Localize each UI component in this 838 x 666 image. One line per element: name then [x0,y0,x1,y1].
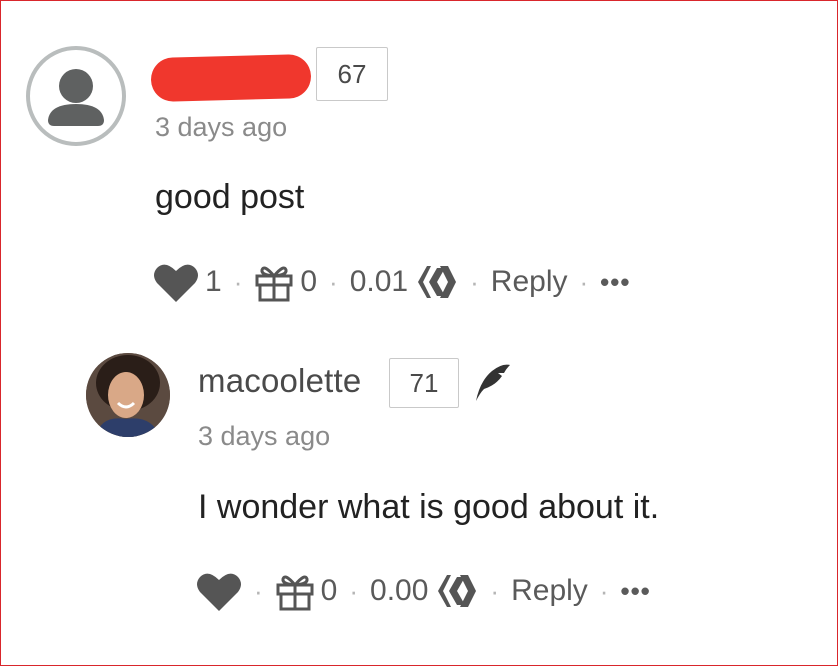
separator: · [599,575,609,606]
comment-body: I wonder what is good about it. [198,488,660,526]
reply-button[interactable]: Reply [491,265,568,299]
gift-icon[interactable] [254,262,294,302]
gift-icon[interactable] [275,571,315,611]
payout-value[interactable]: 0.00 [370,574,428,608]
quill-feather-icon [472,361,512,403]
reply-button[interactable]: Reply [511,574,588,608]
username[interactable]: macoolette [198,362,361,400]
redacted-username [150,53,312,103]
reputation-badge: 67 [316,47,388,101]
separator: · [329,266,338,297]
gift-count[interactable]: 0 [300,265,317,299]
vote-count[interactable]: 1 [205,265,222,299]
timestamp[interactable]: 3 days ago [198,421,330,452]
comment-body: good post [155,178,305,216]
upvote-heart-icon[interactable] [153,261,199,303]
separator: · [470,266,479,297]
more-options-button[interactable]: ••• [620,576,650,607]
separator: · [579,266,589,297]
comment-actions: 1 · 0 · 0.01 · Reply · ••• [153,261,630,303]
user-avatar[interactable] [86,353,170,437]
timestamp[interactable]: 3 days ago [155,112,287,143]
more-options-button[interactable]: ••• [600,267,630,298]
hive-logo-icon [436,573,478,609]
separator: · [254,575,263,606]
separator: · [490,575,500,606]
payout-value[interactable]: 0.01 [350,265,408,299]
upvote-heart-icon[interactable] [196,570,242,612]
hive-logo-icon [416,264,458,300]
gift-count[interactable]: 0 [321,574,338,608]
comment-actions: · 0 · 0.00 · Reply · ••• [196,570,651,612]
default-avatar-icon[interactable] [26,46,126,146]
separator: · [349,575,359,606]
separator: · [233,266,243,297]
reputation-badge: 71 [389,358,459,408]
